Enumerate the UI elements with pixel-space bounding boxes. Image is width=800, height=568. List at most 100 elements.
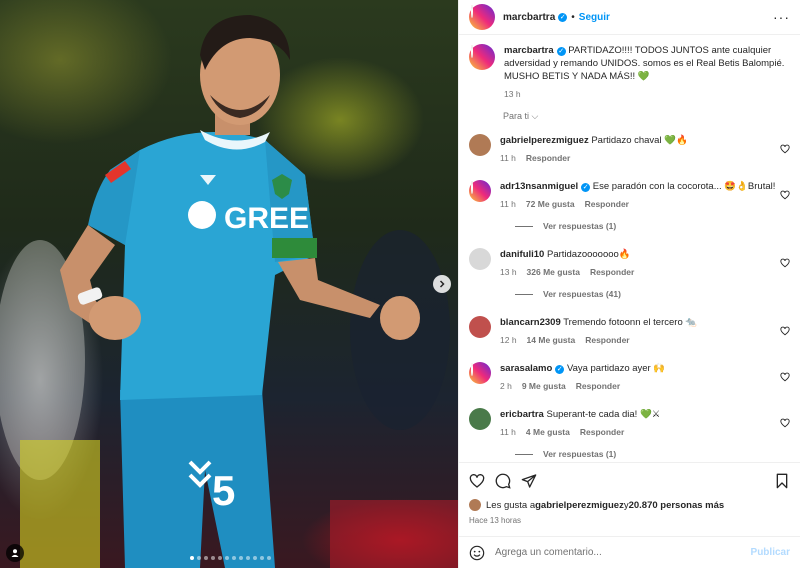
reply-button[interactable]: Responder — [580, 427, 624, 437]
commenter-avatar[interactable] — [469, 316, 491, 338]
comment-composer: Publicar — [459, 536, 800, 568]
user-icon — [11, 549, 19, 557]
likes-count[interactable]: 20.870 personas más — [629, 500, 725, 511]
sponsor-text: GREE — [224, 202, 309, 235]
comment-text: Partidazo chaval 💚🔥 — [591, 135, 688, 146]
view-replies-button[interactable]: Ver respuestas (1) — [515, 449, 790, 459]
comment-likes[interactable]: 14 Me gusta — [527, 335, 576, 345]
comment-row: gabrielperezmiguez Partidazo chaval 💚🔥 11… — [469, 134, 790, 163]
carousel-dot[interactable] — [267, 556, 271, 560]
comment-text: Partidazooooooo🔥 — [546, 249, 631, 260]
commenter-username[interactable]: blancarn2309 — [500, 317, 561, 328]
carousel-next-button[interactable] — [433, 275, 451, 293]
comment-row: danifuli10 Partidazooooooo🔥 13 h 326 Me gu… — [469, 248, 790, 277]
comment-like-icon[interactable] — [780, 418, 790, 428]
comment-time: 2 h — [500, 381, 512, 391]
verified-icon: ✓ — [558, 12, 568, 22]
carousel-dots — [190, 556, 271, 560]
carousel-dot[interactable] — [211, 556, 215, 560]
comment-like-icon[interactable] — [780, 144, 790, 154]
commenter-username[interactable]: sarasalamo — [500, 363, 552, 374]
post-actions: Les gusta a gabrielperezmiguez y 20.870 … — [459, 462, 800, 525]
verified-icon: ✓ — [555, 365, 565, 374]
comment-time: 11 h — [500, 153, 516, 163]
commenter-avatar[interactable] — [469, 248, 491, 270]
comment-time: 12 h — [500, 335, 517, 345]
comment-input[interactable] — [495, 547, 751, 558]
verified-icon: ✓ — [581, 183, 591, 192]
like-icon[interactable] — [469, 473, 485, 489]
likes-summary: Les gusta a gabrielperezmiguez y 20.870 … — [469, 499, 790, 511]
chevron-right-icon — [439, 280, 445, 288]
reply-button[interactable]: Responder — [585, 199, 629, 209]
commenter-avatar[interactable] — [469, 408, 491, 430]
liker-avatar[interactable] — [469, 499, 481, 511]
caption: marcbartra ✓ PARTIDAZO!!!! TODOS JUNTOS a… — [469, 44, 790, 99]
comment-time: 13 h — [500, 267, 517, 277]
player-illustration: GREE 5 — [0, 15, 458, 568]
carousel-dot[interactable] — [239, 556, 243, 560]
comment-likes[interactable]: 9 Me gusta — [522, 381, 566, 391]
carousel-dot[interactable] — [190, 556, 194, 560]
save-icon[interactable] — [774, 473, 790, 489]
comment-time: 11 h — [500, 199, 516, 209]
emoji-icon[interactable] — [469, 545, 485, 561]
more-options-icon[interactable]: ··· — [773, 9, 790, 25]
author-avatar[interactable] — [469, 4, 495, 30]
comment-row: sarasalamo ✓ Vaya partidazo ayer 🙌 2 h 9 Me… — [469, 362, 790, 391]
carousel-dot[interactable] — [232, 556, 236, 560]
commenter-avatar[interactable] — [469, 180, 491, 202]
comment-icon[interactable] — [495, 473, 511, 489]
view-replies-button[interactable]: Ver respuestas (1) — [515, 221, 790, 231]
carousel-dot[interactable] — [260, 556, 264, 560]
comment-row: ericbartra Superant-te cada dia! 💚⚔ 11 h 4… — [469, 408, 790, 437]
comment-like-icon[interactable] — [780, 326, 790, 336]
commenter-username[interactable]: adr13nsanmiguel — [500, 181, 578, 192]
carousel-dot[interactable] — [218, 556, 222, 560]
reply-button[interactable]: Responder — [590, 267, 634, 277]
comment-row: blancarn2309 Tremendo fotoonn el tercero… — [469, 316, 790, 345]
comment-text: Superant-te cada dia! 💚⚔ — [546, 409, 661, 420]
post-date: Hace 13 horas — [469, 516, 522, 525]
commenter-avatar[interactable] — [469, 362, 491, 384]
comment-text: Ese paradón con la cocorota... 🤩👌Brutal! — [592, 181, 776, 192]
carousel-dot[interactable] — [253, 556, 257, 560]
commenter-username[interactable]: ericbartra — [500, 409, 544, 420]
caption-time: 13 h — [504, 89, 521, 99]
view-replies-button[interactable]: Ver respuestas (41) — [515, 289, 790, 299]
comments-list: marcbartra ✓ PARTIDAZO!!!! TODOS JUNTOS a… — [459, 36, 800, 462]
comment-sort-dropdown[interactable]: Para ti ⌵ — [503, 111, 790, 122]
comment-like-icon[interactable] — [780, 372, 790, 382]
post-header: marcbartra ✓ • Seguir ··· — [459, 0, 800, 35]
follow-button[interactable]: Seguir — [579, 12, 610, 23]
carousel-dot[interactable] — [204, 556, 208, 560]
comment-likes[interactable]: 72 Me gusta — [526, 199, 575, 209]
comment-like-icon[interactable] — [780, 258, 790, 268]
caption-username[interactable]: marcbartra — [504, 45, 554, 56]
verified-icon: ✓ — [556, 47, 566, 56]
reply-button[interactable]: Responder — [585, 335, 629, 345]
tagged-users-button[interactable] — [6, 544, 24, 562]
author-avatar[interactable] — [469, 44, 495, 70]
carousel-dot[interactable] — [246, 556, 250, 560]
comment-likes[interactable]: 4 Me gusta — [526, 427, 570, 437]
liker-username[interactable]: gabrielperezmiguez — [535, 500, 624, 511]
comment-likes[interactable]: 326 Me gusta — [527, 267, 580, 277]
commenter-username[interactable]: gabrielperezmiguez — [500, 135, 589, 146]
comment-row: adr13nsanmiguel ✓ Ese paradón con la coco… — [469, 180, 790, 209]
replies-divider — [515, 225, 533, 227]
comment-time: 11 h — [500, 427, 516, 437]
reply-button[interactable]: Responder — [526, 153, 570, 163]
post-side-panel: marcbartra ✓ • Seguir ··· marcbartra ✓ PA… — [458, 0, 800, 568]
carousel-dot[interactable] — [225, 556, 229, 560]
author-username[interactable]: marcbartra — [503, 12, 555, 23]
replies-divider — [515, 453, 533, 455]
commenter-avatar[interactable] — [469, 134, 491, 156]
comment-like-icon[interactable] — [780, 190, 790, 200]
commenter-username[interactable]: danifuli10 — [500, 249, 544, 260]
share-icon[interactable] — [521, 473, 537, 489]
reply-button[interactable]: Responder — [576, 381, 620, 391]
shirt-number: 5 — [212, 467, 235, 514]
publish-button[interactable]: Publicar — [751, 547, 790, 558]
carousel-dot[interactable] — [197, 556, 201, 560]
